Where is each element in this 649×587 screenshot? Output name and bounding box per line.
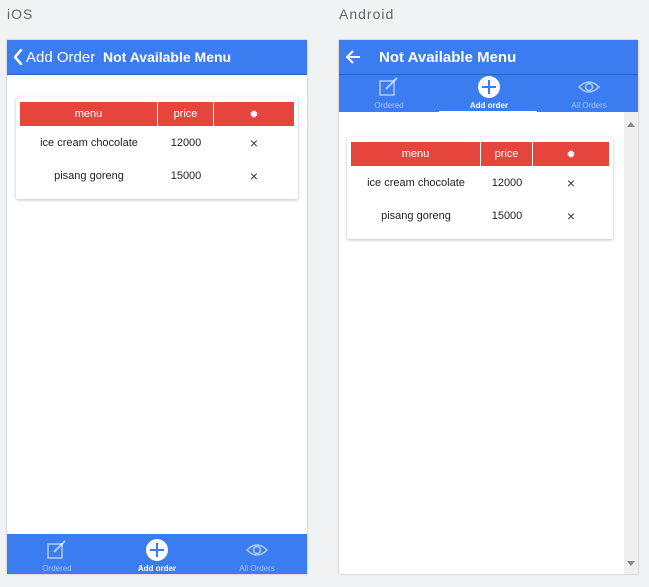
- tab-label: Add order: [137, 564, 177, 573]
- price-column-header: price: [158, 102, 214, 126]
- table-row: ice cream chocolate 12000 ×: [20, 126, 294, 159]
- gear-icon: ✹: [566, 148, 576, 161]
- ios-device-frame: Add Order Not Available Menu menu price …: [7, 40, 307, 574]
- tab-label: All Orders: [571, 101, 607, 110]
- menu-table: menu price ✹ ice cream chocolate 12000 ×…: [20, 102, 294, 192]
- android-top-tab-bar: Ordered Add order All Orders: [339, 74, 638, 113]
- android-device-frame: Not Available Menu Ordered Add order All…: [339, 40, 638, 574]
- ios-platform-label: iOS: [7, 6, 34, 22]
- menu-cell: ice cream chocolate: [367, 176, 465, 189]
- back-button[interactable]: Add Order: [13, 46, 95, 68]
- price-column-header: price: [481, 142, 533, 166]
- edit-icon: [379, 77, 398, 96]
- tab-label: Ordered: [42, 564, 72, 573]
- scroll-down-arrow-icon[interactable]: [627, 561, 635, 566]
- add-circle-icon: [146, 539, 168, 561]
- delete-button[interactable]: ×: [533, 199, 609, 232]
- table-header-row: menu price ✹: [351, 142, 609, 166]
- tab-all-orders[interactable]: All Orders: [553, 76, 625, 110]
- table-row: pisang goreng 15000 ×: [351, 199, 609, 232]
- menu-table-card: menu price ✹ ice cream chocolate 12000 ×…: [347, 137, 613, 239]
- edit-icon: [47, 540, 66, 559]
- gear-icon: ✹: [249, 108, 259, 121]
- scroll-up-arrow-icon[interactable]: [627, 122, 635, 127]
- menu-cell: pisang goreng: [381, 209, 451, 222]
- delete-button[interactable]: ×: [214, 126, 294, 159]
- price-cell: 15000: [491, 209, 523, 222]
- delete-button[interactable]: ×: [533, 166, 609, 199]
- scrollbar[interactable]: [624, 112, 638, 574]
- table-row: pisang goreng 15000 ×: [20, 159, 294, 192]
- chevron-left-icon: [13, 49, 23, 65]
- page-title: Not Available Menu: [379, 49, 517, 66]
- menu-column-header: menu: [351, 142, 481, 166]
- price-cell: 12000: [170, 136, 202, 149]
- ios-header: Add Order Not Available Menu: [7, 40, 307, 75]
- menu-cell: ice cream chocolate: [40, 136, 138, 149]
- table-header-row: menu price ✹: [20, 102, 294, 126]
- tab-ordered[interactable]: Ordered: [353, 76, 425, 110]
- eye-icon: [246, 544, 268, 556]
- tab-label: All Orders: [239, 564, 275, 573]
- menu-column-header: menu: [20, 102, 158, 126]
- menu-cell: pisang goreng: [54, 169, 124, 182]
- add-circle-icon: [478, 76, 500, 98]
- android-header: Not Available Menu: [339, 40, 638, 74]
- back-button-label: Add Order: [26, 48, 96, 66]
- arrow-left-icon[interactable]: [345, 49, 361, 65]
- android-content: menu price ✹ ice cream chocolate 12000 ×…: [339, 112, 624, 574]
- tab-add-order[interactable]: Add order: [453, 76, 525, 110]
- page-title: Not Available Menu: [103, 49, 232, 65]
- tab-ordered[interactable]: Ordered: [21, 539, 93, 573]
- menu-table: menu price ✹ ice cream chocolate 12000 ×…: [351, 142, 609, 232]
- price-cell: 12000: [491, 176, 523, 189]
- action-column-header: ✹: [214, 102, 294, 126]
- tab-all-orders[interactable]: All Orders: [221, 539, 293, 573]
- action-column-header: ✹: [533, 142, 609, 166]
- menu-table-card: menu price ✹ ice cream chocolate 12000 ×…: [16, 97, 298, 199]
- android-platform-label: Android: [339, 6, 395, 22]
- ios-bottom-tab-bar: Ordered Add order All Orders: [7, 534, 307, 574]
- table-row: ice cream chocolate 12000 ×: [351, 166, 609, 199]
- tab-add-order[interactable]: Add order: [121, 539, 193, 573]
- eye-icon: [578, 81, 600, 93]
- tab-label: Ordered: [374, 101, 404, 110]
- delete-button[interactable]: ×: [214, 159, 294, 192]
- price-cell: 15000: [170, 169, 202, 182]
- tab-label: Add order: [469, 101, 509, 110]
